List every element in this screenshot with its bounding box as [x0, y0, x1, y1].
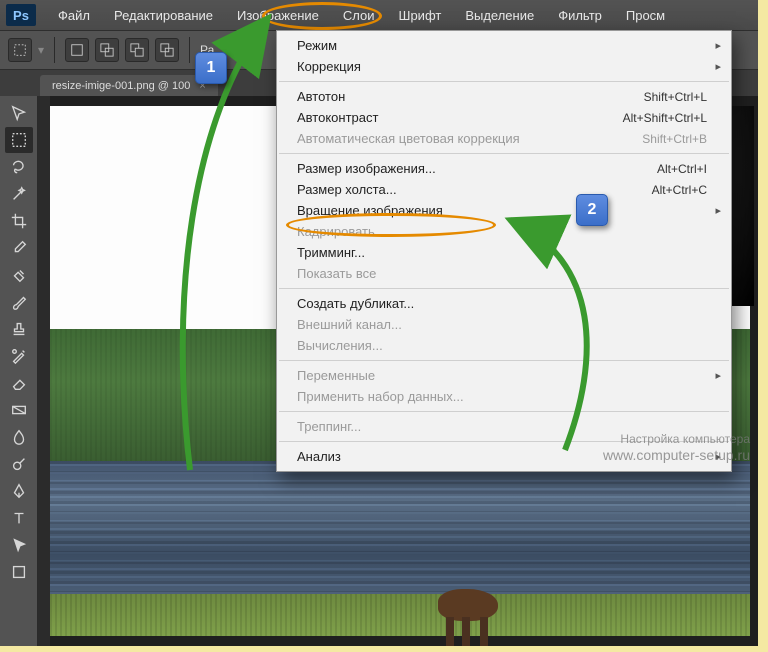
menu-item-label: Кадрировать — [297, 224, 375, 239]
menu-separator — [279, 288, 729, 289]
menu-item-label: Анализ — [297, 449, 341, 464]
menu-type[interactable]: Шрифт — [387, 0, 454, 30]
menu-select[interactable]: Выделение — [453, 0, 546, 30]
menu-item: Переменные — [277, 365, 731, 386]
menu-item: Показать все — [277, 263, 731, 284]
tool-marquee[interactable] — [5, 127, 33, 153]
mode-new-icon[interactable] — [65, 38, 89, 62]
menubar: Ps Файл Редактирование Изображение Слои … — [0, 0, 758, 30]
watermark: Настройка компьютера www.computer-setup.… — [603, 432, 750, 465]
tool-history-brush[interactable] — [5, 343, 33, 369]
menu-item[interactable]: Создать дубликат... — [277, 293, 731, 314]
menu-item-label: Применить набор данных... — [297, 389, 464, 404]
menu-separator — [279, 81, 729, 82]
menu-item-label: Вращение изображения — [297, 203, 443, 218]
app-logo: Ps — [6, 4, 36, 26]
tool-lasso[interactable] — [5, 154, 33, 180]
menu-item-label: Режим — [297, 38, 337, 53]
menu-item-shortcut: Alt+Ctrl+C — [652, 183, 707, 197]
menu-item-label: Показать все — [297, 266, 376, 281]
menu-item[interactable]: Режим — [277, 35, 731, 56]
menu-item[interactable]: Автотон Shift+Ctrl+L — [277, 86, 731, 107]
menu-item-label: Вычисления... — [297, 338, 383, 353]
tool-eraser[interactable] — [5, 370, 33, 396]
menu-item: Применить набор данных... — [277, 386, 731, 407]
menu-item-label: Треппинг... — [297, 419, 361, 434]
mode-intersect-icon[interactable] — [155, 38, 179, 62]
menu-item[interactable]: Автоконтраст Alt+Shift+Ctrl+L — [277, 107, 731, 128]
menu-separator — [279, 360, 729, 361]
menu-item-label: Размер изображения... — [297, 161, 436, 176]
mode-subtract-icon[interactable] — [125, 38, 149, 62]
document-tab[interactable]: resize-imige-001.png @ 100 × — [40, 75, 218, 96]
annotation-callout-1: 1 — [195, 52, 227, 84]
tool-dodge[interactable] — [5, 451, 33, 477]
selection-tool-icon[interactable] — [8, 38, 32, 62]
menu-item-label: Коррекция — [297, 59, 361, 74]
menu-item-label: Внешний канал... — [297, 317, 402, 332]
menu-item[interactable]: Размер холста... Alt+Ctrl+C — [277, 179, 731, 200]
tool-shape[interactable] — [5, 559, 33, 585]
tool-blur[interactable] — [5, 424, 33, 450]
menu-item: Внешний канал... — [277, 314, 731, 335]
menu-view[interactable]: Просм — [614, 0, 677, 30]
menu-filter[interactable]: Фильтр — [546, 0, 614, 30]
image-menu-dropdown: Режим Коррекция Автотон Shift+Ctrl+L Автокон… — [276, 30, 732, 472]
menu-item: Кадрировать — [277, 221, 731, 242]
photoshop-window: Ps Файл Редактирование Изображение Слои … — [0, 0, 758, 646]
menu-item-label: Тримминг... — [297, 245, 365, 260]
menu-edit[interactable]: Редактирование — [102, 0, 225, 30]
menu-separator — [279, 411, 729, 412]
tool-pen[interactable] — [5, 478, 33, 504]
menu-item-label: Создать дубликат... — [297, 296, 414, 311]
menu-item-label: Автоматическая цветовая коррекция — [297, 131, 520, 146]
menu-item[interactable]: Размер изображения... Alt+Ctrl+I — [277, 158, 731, 179]
menu-item-shortcut: Alt+Ctrl+I — [657, 162, 707, 176]
menu-separator — [279, 153, 729, 154]
tool-crop[interactable] — [5, 208, 33, 234]
menu-item: Вычисления... — [277, 335, 731, 356]
menu-item[interactable]: Коррекция — [277, 56, 731, 77]
menu-item: Автоматическая цветовая коррекция Shift+C… — [277, 128, 731, 149]
tool-move[interactable] — [5, 100, 33, 126]
menu-item[interactable]: Тримминг... — [277, 242, 731, 263]
menu-layers[interactable]: Слои — [331, 0, 387, 30]
annotation-callout-2: 2 — [576, 194, 608, 226]
menu-item-label: Автоконтраст — [297, 110, 378, 125]
tool-brush[interactable] — [5, 289, 33, 315]
document-tab-title: resize-imige-001.png @ 100 — [52, 80, 190, 92]
tool-path-select[interactable] — [5, 532, 33, 558]
mode-add-icon[interactable] — [95, 38, 119, 62]
menu-item-shortcut: Shift+Ctrl+L — [644, 90, 707, 104]
tool-sidebar — [0, 96, 38, 646]
tool-type[interactable] — [5, 505, 33, 531]
tool-wand[interactable] — [5, 181, 33, 207]
tool-stamp[interactable] — [5, 316, 33, 342]
menu-item-label: Размер холста... — [297, 182, 397, 197]
menu-item-shortcut: Alt+Shift+Ctrl+L — [623, 111, 707, 125]
menu-item-label: Автотон — [297, 89, 345, 104]
tool-gradient[interactable] — [5, 397, 33, 423]
tool-heal[interactable] — [5, 262, 33, 288]
ruler-strip — [38, 96, 50, 646]
tool-eyedropper[interactable] — [5, 235, 33, 261]
menu-image[interactable]: Изображение — [225, 0, 331, 30]
menu-file[interactable]: Файл — [46, 0, 102, 30]
menu-item[interactable]: Вращение изображения — [277, 200, 731, 221]
menu-item-shortcut: Shift+Ctrl+B — [642, 132, 707, 146]
menu-item-label: Переменные — [297, 368, 375, 383]
